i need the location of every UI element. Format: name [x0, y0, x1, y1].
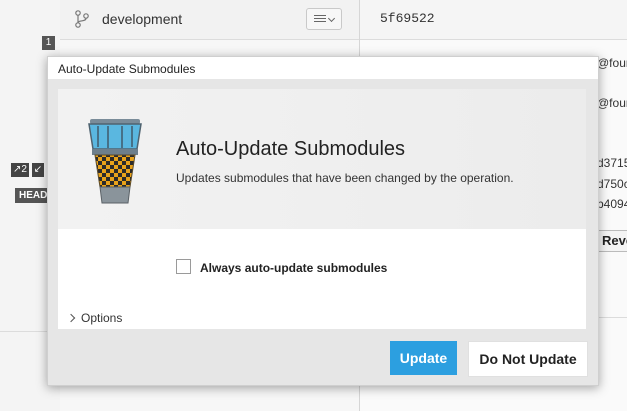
update-button[interactable]: Update	[390, 341, 457, 375]
hash-fragment: d3715	[597, 156, 627, 170]
options-label: Options	[81, 311, 123, 325]
graph-badge: 1	[42, 36, 55, 50]
dialog-heading: Auto-Update Submodules	[176, 138, 406, 160]
author-fragment: @four	[597, 96, 627, 110]
branch-row[interactable]: development	[60, 0, 359, 40]
ahead-badge: ↗2	[11, 163, 29, 177]
hash-fragment: d750c	[597, 177, 627, 191]
control-tower-icon	[88, 119, 142, 204]
branch-name: development	[102, 11, 183, 27]
dialog-content: Auto-Update Submodules Updates submodule…	[58, 89, 586, 329]
branch-menu-button[interactable]	[306, 8, 342, 30]
always-auto-update-checkbox[interactable]	[176, 259, 191, 274]
chevron-down-icon	[327, 14, 336, 23]
hash-fragment: b4094	[597, 197, 627, 211]
branch-icon	[75, 10, 89, 28]
menu-icon	[314, 15, 326, 16]
author-fragment: @four	[597, 56, 627, 70]
commit-hash-row[interactable]: 5f69522	[360, 0, 627, 40]
commit-hash: 5f69522	[380, 11, 435, 26]
auto-update-submodules-dialog: Auto-Update Submodules Auto-Update Submo…	[47, 56, 599, 386]
behind-badge: ↙	[32, 163, 44, 177]
dialog-header: Auto-Update Submodules Updates submodule…	[58, 89, 586, 229]
dialog-window-title: Auto-Update Submodules	[58, 62, 196, 76]
dialog-titlebar[interactable]: Auto-Update Submodules	[48, 57, 598, 79]
options-expander[interactable]: Options	[66, 311, 123, 325]
dialog-description: Updates submodules that have been change…	[176, 171, 514, 185]
do-not-update-button[interactable]: Do Not Update	[468, 341, 588, 377]
revert-button[interactable]: Reve	[597, 230, 627, 252]
always-auto-update-label[interactable]: Always auto-update submodules	[200, 261, 387, 275]
chevron-right-icon	[66, 313, 76, 323]
